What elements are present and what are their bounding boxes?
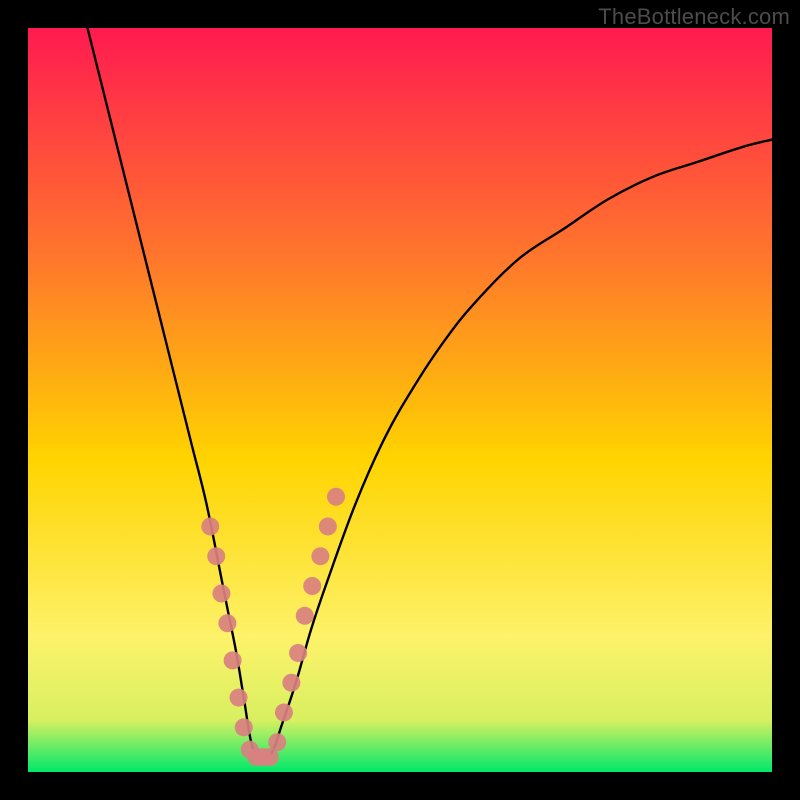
plot-area <box>28 28 772 772</box>
highlight-marker <box>275 703 293 721</box>
highlight-marker <box>311 547 329 565</box>
highlight-marker <box>303 577 321 595</box>
highlight-marker <box>327 488 345 506</box>
highlight-marker <box>289 644 307 662</box>
highlight-marker <box>235 718 253 736</box>
chart-svg <box>28 28 772 772</box>
highlight-marker <box>212 584 230 602</box>
gradient-background <box>28 28 772 772</box>
watermark-text: TheBottleneck.com <box>598 4 790 30</box>
chart-frame: TheBottleneck.com <box>0 0 800 800</box>
highlight-marker <box>224 651 242 669</box>
highlight-marker <box>207 547 225 565</box>
highlight-marker <box>268 733 286 751</box>
highlight-marker <box>319 517 337 535</box>
highlight-marker <box>201 517 219 535</box>
highlight-marker <box>282 674 300 692</box>
highlight-marker <box>230 689 248 707</box>
highlight-marker <box>218 614 236 632</box>
highlight-marker <box>296 607 314 625</box>
